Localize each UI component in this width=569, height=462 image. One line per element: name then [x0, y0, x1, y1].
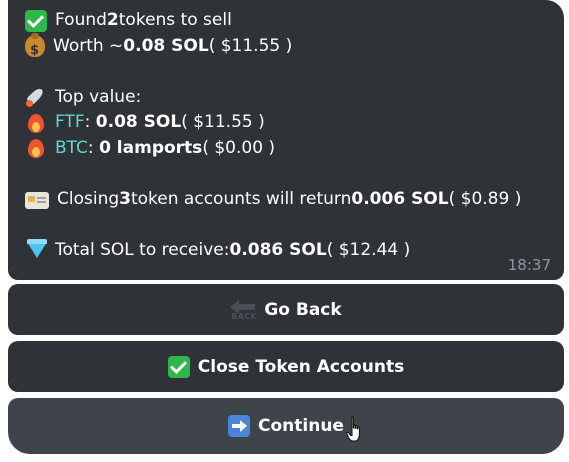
- closing-count: 3: [119, 188, 131, 209]
- continue-button[interactable]: Continue: [8, 398, 564, 454]
- go-back-label: Go Back: [264, 299, 342, 320]
- colon: :: [84, 112, 96, 132]
- right-arrow-icon: [228, 415, 251, 437]
- hand-cursor-icon: [346, 416, 360, 442]
- message-timestamp: 18:37: [507, 256, 551, 274]
- total-sol: 0.086 SOL: [229, 239, 327, 260]
- token-amount: 0 lamports: [99, 137, 203, 158]
- found-line: Found ​2 tokens to sell: [25, 8, 554, 34]
- close-token-accounts-button[interactable]: Close Token Accounts: [8, 341, 564, 392]
- close-token-accounts-label: Close Token Accounts: [197, 356, 405, 377]
- closing-sol: 0.006 SOL: [351, 188, 449, 209]
- id-card-icon: [25, 191, 49, 209]
- check-mark-icon: [25, 9, 47, 32]
- top-value-label: Top value:: [55, 86, 142, 107]
- found-count: 2: [106, 10, 119, 30]
- worth-usd: ( $11.55 ): [208, 35, 293, 56]
- worth-line: Worth ~0.08 SOL ( $11.55 ): [25, 33, 554, 64]
- back-icon-text: BACK: [231, 311, 257, 321]
- total-usd: ( $12.44 ): [326, 239, 411, 260]
- continue-label: Continue: [258, 416, 344, 436]
- check-mark-icon: [167, 355, 190, 378]
- found-prefix: Found: [55, 10, 107, 30]
- token-usd: ( $0.00 ): [202, 137, 276, 158]
- message-bubble: Found ​2 tokens to sell Worth ~0.08 SOL …: [8, 0, 564, 280]
- token-usd: ( $11.55 ): [181, 112, 265, 132]
- back-arrow-icon: BACK: [230, 298, 257, 322]
- closing-prefix: Closing: [57, 188, 120, 209]
- go-back-button[interactable]: BACK Go Back: [8, 284, 564, 335]
- token-ticker: BTC: [55, 137, 88, 158]
- token-ticker: FTF: [55, 112, 85, 132]
- closing-line: Closing 3 token accounts will return 0.0…: [25, 187, 554, 213]
- top-value-line: Top value:: [25, 85, 554, 111]
- worth-sol: 0.08 SOL: [123, 35, 209, 56]
- worth-prefix: Worth ~: [53, 35, 124, 56]
- rocket-icon: [25, 86, 47, 108]
- colon: :: [87, 137, 100, 158]
- fire-icon: [25, 137, 47, 159]
- token-line-ftf: FTF: 0.08 SOL ( $11.55 ): [25, 110, 554, 136]
- closing-middle: token accounts will return: [130, 188, 352, 209]
- message-body: Found ​2 tokens to sell Worth ~0.08 SOL …: [25, 8, 554, 263]
- token-line-btc: BTC: 0 lamports ( $0.00 ): [25, 136, 554, 162]
- total-prefix: Total SOL to receive:: [55, 239, 230, 260]
- fire-icon: [25, 112, 47, 134]
- token-amount: 0.08 SOL: [95, 112, 182, 132]
- total-line: Total SOL to receive: 0.086 SOL ( $12.44…: [25, 238, 554, 264]
- closing-usd: ( $0.89 ): [448, 188, 522, 209]
- money-bag-icon: [25, 33, 45, 64]
- gem-icon: [25, 239, 47, 261]
- found-suffix: tokens to sell: [118, 10, 232, 30]
